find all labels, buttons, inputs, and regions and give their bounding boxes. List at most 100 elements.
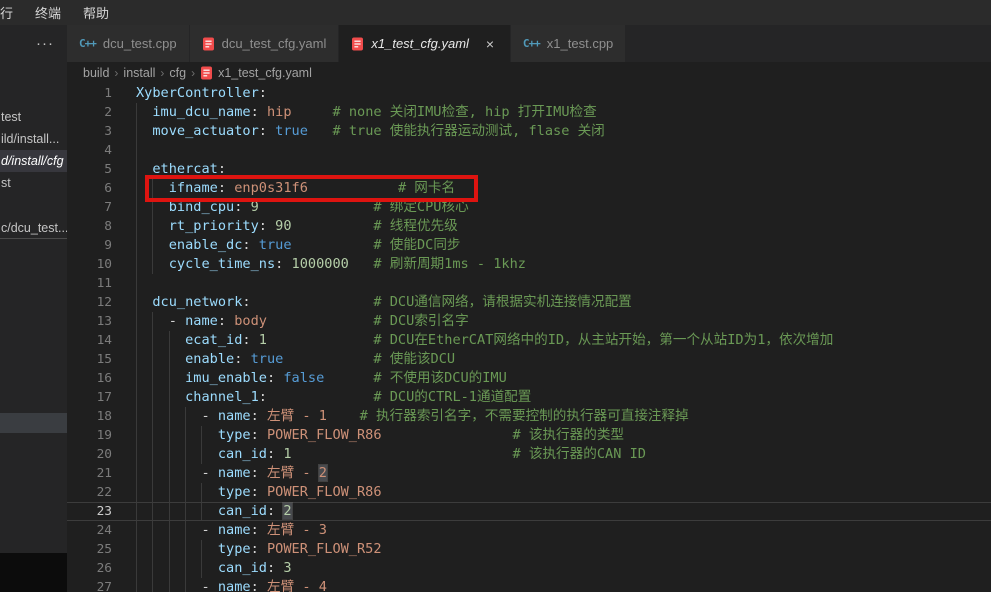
code-text: - name: 左臂 - 4 bbox=[136, 578, 327, 592]
code-line-27[interactable]: 27 - name: 左臂 - 4 bbox=[67, 578, 991, 592]
menu-item-2[interactable]: 帮助 bbox=[74, 1, 118, 24]
code-area[interactable]: 1XyberController:2 imu_dcu_name: hip # n… bbox=[67, 84, 991, 592]
more-actions-button[interactable]: ··· bbox=[0, 25, 67, 62]
sidebar-item-3[interactable]: st bbox=[0, 172, 67, 194]
code-line-26[interactable]: 26 can_id: 3 bbox=[67, 559, 991, 578]
code-line-5[interactable]: 5 ethercat: bbox=[67, 160, 991, 179]
code-segment: ethercat bbox=[152, 161, 217, 177]
line-number: 19 bbox=[67, 426, 112, 445]
close-icon[interactable]: × bbox=[482, 37, 498, 51]
code-line-17[interactable]: 17 channel_1: # DCU的CTRL-1通道配置 bbox=[67, 388, 991, 407]
code-segment bbox=[349, 256, 374, 272]
code-segment: XyberController bbox=[136, 85, 259, 101]
breadcrumb-item-install[interactable]: install bbox=[123, 66, 155, 80]
indent-guide bbox=[185, 540, 186, 559]
code-text: ecat_id: 1 # DCU在EtherCAT网络中的ID，从主站开始，第一… bbox=[136, 331, 833, 350]
code-segment: 左臂 - 1 bbox=[267, 408, 327, 424]
sidebar-item-1[interactable]: ild/install... bbox=[0, 128, 67, 150]
line-number: 25 bbox=[67, 540, 112, 559]
code-segment bbox=[283, 351, 373, 367]
code-line-20[interactable]: 20 can_id: 1 # 该执行器的CAN ID bbox=[67, 445, 991, 464]
code-line-11[interactable]: 11 bbox=[67, 274, 991, 293]
indent-guide bbox=[185, 503, 186, 520]
menu-item-0[interactable]: 行 bbox=[0, 1, 22, 24]
indent-guide bbox=[169, 369, 170, 388]
indent-guide bbox=[152, 540, 153, 559]
code-line-25[interactable]: 25 type: POWER_FLOW_R52 bbox=[67, 540, 991, 559]
code-segment: : bbox=[218, 180, 226, 196]
breadcrumb-file[interactable]: x1_test_cfg.yaml bbox=[200, 66, 312, 80]
line-number: 27 bbox=[67, 578, 112, 592]
tab-dcu_test_cfg.yaml[interactable]: dcu_test_cfg.yaml bbox=[190, 25, 340, 62]
code-line-1[interactable]: 1XyberController: bbox=[67, 84, 991, 103]
indent-guide bbox=[136, 559, 137, 578]
code-segment: can_id bbox=[218, 446, 267, 462]
code-segment: ifname bbox=[169, 180, 218, 196]
indent-guide bbox=[136, 578, 137, 592]
code-line-12[interactable]: 12 dcu_network: # DCU通信网络，请根据实机连接情况配置 bbox=[67, 293, 991, 312]
code-line-15[interactable]: 15 enable: true # 使能该DCU bbox=[67, 350, 991, 369]
indent-guide bbox=[169, 503, 170, 520]
code-line-16[interactable]: 16 imu_enable: false # 不使用该DCU的IMU bbox=[67, 369, 991, 388]
sidebar-item-2[interactable]: d/install/cfg bbox=[0, 150, 67, 172]
code-line-7[interactable]: 7 bind_cpu: 9 # 绑定CPU核心 bbox=[67, 198, 991, 217]
code-line-19[interactable]: 19 type: POWER_FLOW_R86 # 该执行器的类型 bbox=[67, 426, 991, 445]
code-segment bbox=[136, 104, 152, 120]
indent-guide bbox=[201, 483, 202, 502]
code-line-10[interactable]: 10 cycle_time_ns: 1000000 # 刷新周期1ms - 1k… bbox=[67, 255, 991, 274]
indent-guide bbox=[201, 426, 202, 445]
code-segment bbox=[292, 446, 513, 462]
code-segment: POWER_FLOW_R86 bbox=[267, 484, 382, 500]
code-line-14[interactable]: 14 ecat_id: 1 # DCU在EtherCAT网络中的ID，从主站开始… bbox=[67, 331, 991, 350]
tab-x1_test.cpp[interactable]: C++x1_test.cpp bbox=[511, 25, 626, 62]
code-line-2[interactable]: 2 imu_dcu_name: hip # none 关闭IMU检查, hip … bbox=[67, 103, 991, 122]
tab-x1_test_cfg.yaml[interactable]: x1_test_cfg.yaml× bbox=[339, 25, 511, 62]
indent-guide bbox=[136, 350, 137, 369]
indent-guide bbox=[201, 540, 202, 559]
code-segment: can_id bbox=[218, 503, 267, 519]
indent-guide bbox=[152, 350, 153, 369]
code-line-4[interactable]: 4 bbox=[67, 141, 991, 160]
cpp-file-icon: C++ bbox=[79, 37, 96, 50]
code-segment: - bbox=[201, 579, 217, 592]
editor-pane[interactable]: build›install›cfg›x1_test_cfg.yaml 1Xybe… bbox=[67, 62, 991, 592]
breadcrumb: build›install›cfg›x1_test_cfg.yaml bbox=[67, 62, 991, 84]
code-line-22[interactable]: 22 type: POWER_FLOW_R86 bbox=[67, 483, 991, 502]
code-line-6[interactable]: 6 ifname: enp0s31f6 # 网卡名 bbox=[67, 179, 991, 198]
tab-dcu_test.cpp[interactable]: C++dcu_test.cpp bbox=[67, 25, 190, 62]
code-segment bbox=[259, 522, 267, 538]
indent-guide bbox=[185, 445, 186, 464]
sidebar-item-0[interactable]: test bbox=[0, 106, 67, 128]
line-number: 12 bbox=[67, 293, 112, 312]
code-line-8[interactable]: 8 rt_priority: 90 # 线程优先级 bbox=[67, 217, 991, 236]
code-text: can_id: 2 bbox=[136, 503, 292, 520]
code-line-9[interactable]: 9 enable_dc: true # 使能DC同步 bbox=[67, 236, 991, 255]
code-text: imu_enable: false # 不使用该DCU的IMU bbox=[136, 369, 507, 388]
code-segment: imu_enable bbox=[185, 370, 267, 386]
breadcrumb-item-build[interactable]: build bbox=[83, 66, 109, 80]
code-line-18[interactable]: 18 - name: 左臂 - 1 # 执行器索引名字，不需要控制的执行器可直接… bbox=[67, 407, 991, 426]
code-segment: body bbox=[234, 313, 267, 329]
breadcrumb-item-cfg[interactable]: cfg bbox=[169, 66, 186, 80]
code-text: imu_dcu_name: hip # none 关闭IMU检查, hip 打开… bbox=[136, 103, 597, 122]
indent-guide bbox=[185, 578, 186, 592]
code-segment: # 执行器索引名字，不需要控制的执行器可直接注释掉 bbox=[360, 408, 689, 424]
line-number: 3 bbox=[67, 122, 112, 141]
code-line-13[interactable]: 13 - name: body # DCU索引名字 bbox=[67, 312, 991, 331]
code-segment bbox=[308, 180, 398, 196]
code-segment: true bbox=[251, 351, 284, 367]
sidebar-item-4[interactable]: c/dcu_test... bbox=[0, 217, 67, 239]
sidebar-item-5[interactable] bbox=[0, 413, 67, 433]
code-line-21[interactable]: 21 - name: 左臂 - 2 bbox=[67, 464, 991, 483]
code-segment: type bbox=[218, 541, 251, 557]
sidebar-bottom-block bbox=[0, 553, 67, 592]
code-line-3[interactable]: 3 move_actuator: true # true 使能执行器运动测试, … bbox=[67, 122, 991, 141]
sidebar-panel[interactable]: testild/install...d/install/cfgst c/dcu_t… bbox=[0, 62, 67, 592]
code-segment bbox=[259, 579, 267, 592]
code-segment: : bbox=[267, 370, 275, 386]
code-segment: 左臂 - 3 bbox=[267, 522, 327, 538]
code-segment: # DCU在EtherCAT网络中的ID，从主站开始，第一个从站ID为1，依次增… bbox=[373, 332, 833, 348]
code-line-23[interactable]: 23 can_id: 2 bbox=[67, 502, 991, 521]
code-line-24[interactable]: 24 - name: 左臂 - 3 bbox=[67, 521, 991, 540]
menu-item-1[interactable]: 终端 bbox=[26, 1, 70, 24]
